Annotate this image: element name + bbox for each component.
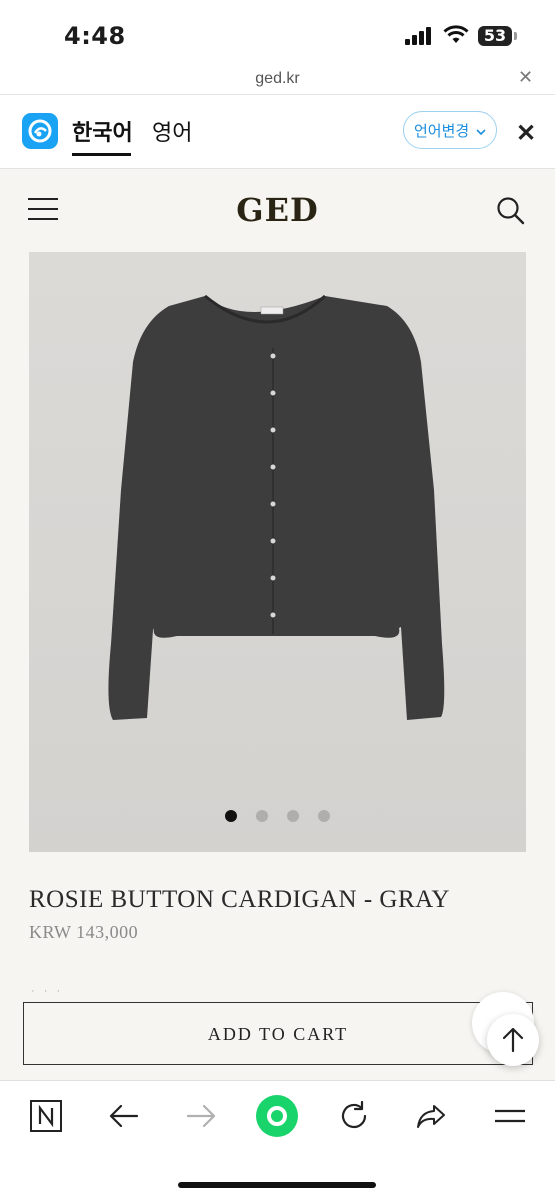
scroll-to-top-button[interactable] [487, 1014, 539, 1066]
change-language-button[interactable]: 언어변경 [403, 111, 497, 149]
carousel-dot[interactable] [287, 810, 299, 822]
tab-korean[interactable]: 한국어 [72, 115, 133, 147]
home-indicator [178, 1182, 376, 1188]
arrow-left-icon[interactable] [107, 1099, 141, 1133]
arrow-up-icon [502, 1027, 524, 1053]
product-price: KRW 143,000 [29, 922, 139, 942]
tab-english[interactable]: 영어 [152, 115, 192, 147]
naver-n-icon[interactable] [29, 1099, 63, 1133]
battery-nub [514, 32, 517, 40]
menu-icon[interactable] [493, 1099, 527, 1133]
active-tab-indicator [72, 153, 131, 156]
close-icon[interactable]: ✕ [518, 67, 533, 88]
carousel-dot[interactable] [256, 810, 268, 822]
wifi-icon [443, 25, 469, 43]
change-language-label: 언어변경 [414, 122, 470, 140]
close-translation-icon[interactable]: ✕ [516, 119, 536, 148]
partial-text-fragment: · · · [31, 985, 64, 997]
product-title: ROSIE BUTTON CARDIGAN - GRAY [29, 886, 450, 913]
status-bar: 4:48 53 [0, 0, 555, 64]
battery-indicator: 53 [478, 26, 512, 46]
carousel-dots [29, 810, 526, 822]
arrow-right-icon[interactable] [184, 1099, 218, 1133]
cellular-signal-icon [405, 27, 431, 45]
brand-logo[interactable]: GED [0, 191, 555, 229]
papago-logo-icon [22, 113, 58, 149]
cardigan-image [108, 294, 445, 720]
translation-bar: 한국어 영어 언어변경 ✕ [0, 95, 555, 169]
reload-icon[interactable] [337, 1099, 371, 1133]
status-time: 4:48 [64, 22, 126, 50]
green-dot-icon[interactable] [256, 1095, 298, 1137]
add-to-cart-button[interactable]: ADD TO CART [23, 1002, 533, 1065]
chevron-down-icon [476, 128, 486, 135]
search-icon[interactable] [496, 196, 526, 226]
url-text[interactable]: ged.kr [0, 70, 555, 88]
url-bar[interactable]: ged.kr ✕ [0, 64, 555, 95]
carousel-dot[interactable] [318, 810, 330, 822]
product-image[interactable] [29, 252, 526, 852]
share-icon[interactable] [414, 1099, 448, 1133]
carousel-dot[interactable] [225, 810, 237, 822]
